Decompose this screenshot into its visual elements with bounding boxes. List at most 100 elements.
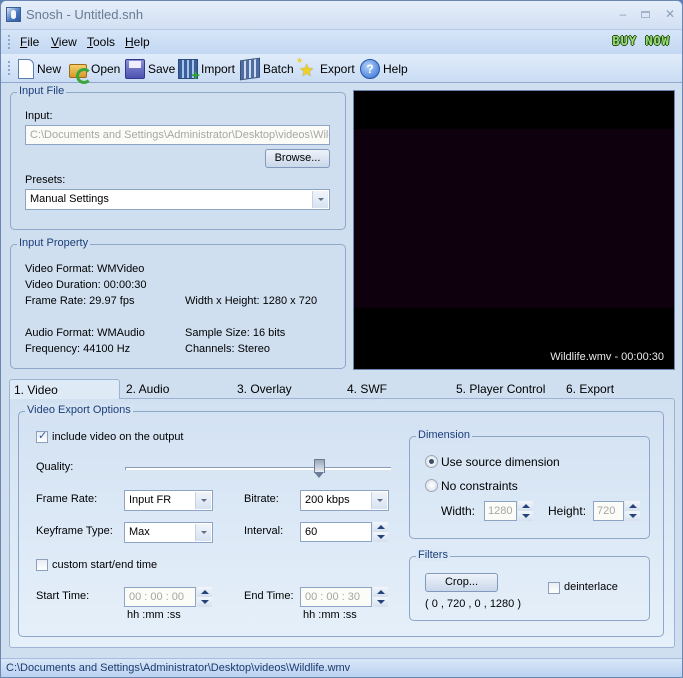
include-video-checkbox[interactable] <box>36 429 48 443</box>
close-button[interactable]: ✕ <box>662 7 678 21</box>
presets-label: Presets: <box>25 174 66 186</box>
app-window: Snosh - Untitled.snh – ✕ File View Tools… <box>0 0 683 678</box>
deinterlace-checkbox[interactable] <box>548 582 560 594</box>
height-spinner[interactable] <box>625 501 640 521</box>
end-time-label: End Time: <box>244 590 294 602</box>
chevron-down-icon[interactable] <box>371 492 387 509</box>
use-source-dimension-radio[interactable] <box>425 455 438 468</box>
custom-time-label: custom start/end time <box>52 559 158 571</box>
custom-time-checkbox[interactable] <box>36 559 48 571</box>
use-source-dimension-label: Use source dimension <box>441 455 560 469</box>
start-time-spinner[interactable] <box>197 587 212 607</box>
export-button[interactable]: Export <box>296 56 355 81</box>
toolbar: New Open Save Import Batch Export ? Help <box>1 54 682 84</box>
tab-swf[interactable]: 4. SWF <box>347 379 387 399</box>
menu-file[interactable]: File <box>20 35 39 49</box>
tab-video[interactable]: 1. Video <box>9 379 120 399</box>
frequency: Frequency: 44100 Hz <box>25 343 131 355</box>
help-label: Help <box>383 61 408 76</box>
crop-button[interactable]: Crop... <box>425 573 498 592</box>
keyframe-type-label: Keyframe Type: <box>36 525 113 537</box>
preview-caption: Wildlife.wmv - 00:00:30 <box>550 351 664 363</box>
width-input[interactable]: 1280 <box>484 501 517 521</box>
chevron-down-icon[interactable] <box>195 524 211 541</box>
batch-label: Batch <box>263 61 294 76</box>
minimize-button[interactable]: – <box>615 7 631 21</box>
menu-help[interactable]: Help <box>125 35 150 49</box>
menu-view[interactable]: View <box>51 35 77 49</box>
spin-up-icon[interactable] <box>625 501 640 511</box>
input-file-group-title: Input File <box>17 85 67 97</box>
width-spinner[interactable] <box>518 501 533 521</box>
open-label: Open <box>91 61 121 76</box>
frame-rate-value: Input FR <box>129 494 172 506</box>
height-label: Height: <box>548 504 587 518</box>
save-button[interactable]: Save <box>125 58 175 79</box>
status-file-path: C:\Documents and Settings\Administrator\… <box>6 662 351 674</box>
end-time-spinner[interactable] <box>373 587 388 607</box>
new-button[interactable]: New <box>16 58 61 79</box>
presets-dropdown[interactable]: Manual Settings <box>25 189 330 210</box>
channels: Channels: Stereo <box>185 343 270 355</box>
input-path-field[interactable]: C:\Documents and Settings\Administrator\… <box>25 125 330 145</box>
export-label: Export <box>320 61 355 76</box>
frame-rate-dropdown[interactable]: Input FR <box>124 490 213 511</box>
presets-value: Manual Settings <box>30 193 109 205</box>
end-time-input[interactable]: 00 : 00 : 30 <box>300 587 372 607</box>
interval-spinner[interactable] <box>373 522 388 542</box>
dimensions-info: Width x Height: 1280 x 720 <box>185 295 318 307</box>
spin-up-icon[interactable] <box>197 587 212 597</box>
batch-button[interactable]: Batch <box>240 57 294 80</box>
title-bar: Snosh - Untitled.snh – ✕ <box>1 1 682 30</box>
chevron-down-icon[interactable] <box>195 492 211 509</box>
bitrate-dropdown[interactable]: 200 kbps <box>300 490 389 511</box>
spin-down-icon[interactable] <box>518 511 533 521</box>
export-stars-icon <box>296 56 317 81</box>
buy-now-link[interactable]: BUY NOW <box>612 34 670 48</box>
spin-up-icon[interactable] <box>373 587 388 597</box>
quality-slider-track[interactable] <box>125 467 391 470</box>
chevron-down-icon[interactable] <box>312 191 328 208</box>
crop-values: ( 0 , 720 , 0 , 1280 ) <box>425 598 522 610</box>
status-bar: C:\Documents and Settings\Administrator\… <box>1 658 682 677</box>
filters-group-title: Filters <box>416 549 450 561</box>
keyframe-type-dropdown[interactable]: Max <box>124 522 213 543</box>
tab-audio[interactable]: 2. Audio <box>126 379 169 399</box>
import-label: Import <box>201 61 236 76</box>
tab-player-control[interactable]: 5. Player Control <box>456 379 545 399</box>
menu-label: ools <box>93 35 116 49</box>
spin-down-icon[interactable] <box>197 597 212 607</box>
tab-export[interactable]: 6. Export <box>566 379 614 399</box>
video-format: Video Format: WMVideo <box>25 263 145 275</box>
maximize-button[interactable] <box>637 7 653 21</box>
quality-slider-thumb[interactable] <box>313 459 325 479</box>
menu-tools[interactable]: Tools <box>87 35 115 49</box>
batch-films-icon <box>240 57 260 80</box>
interval-label: Interval: <box>244 525 284 537</box>
spin-down-icon[interactable] <box>625 511 640 521</box>
spin-up-icon[interactable] <box>373 522 388 532</box>
spin-up-icon[interactable] <box>518 501 533 511</box>
open-button[interactable]: Open <box>68 58 121 84</box>
help-question-icon: ? <box>360 58 380 79</box>
interval-input[interactable]: 60 <box>300 522 372 542</box>
spin-down-icon[interactable] <box>373 597 388 607</box>
dimension-group-title: Dimension <box>416 429 472 441</box>
import-button[interactable]: Import <box>178 58 236 82</box>
no-constraints-radio[interactable] <box>425 479 438 492</box>
import-film-icon <box>178 58 200 82</box>
save-label: Save <box>148 61 176 76</box>
app-icon <box>6 7 21 22</box>
toolbar-grip-handle[interactable] <box>8 61 10 75</box>
video-preview[interactable]: Wildlife.wmv - 00:00:30 <box>353 90 675 370</box>
tab-overlay[interactable]: 3. Overlay <box>237 379 292 399</box>
start-time-label: Start Time: <box>36 590 90 602</box>
start-time-input[interactable]: 00 : 00 : 00 <box>124 587 196 607</box>
spin-down-icon[interactable] <box>373 532 388 542</box>
menu-grip-handle[interactable] <box>8 35 10 49</box>
browse-button[interactable]: Browse... <box>265 149 330 168</box>
help-button[interactable]: ? Help <box>360 58 408 79</box>
height-input[interactable]: 720 <box>593 501 624 521</box>
window-title: Snosh - Untitled.snh <box>26 7 144 22</box>
include-video-label: include video on the output <box>52 431 184 443</box>
